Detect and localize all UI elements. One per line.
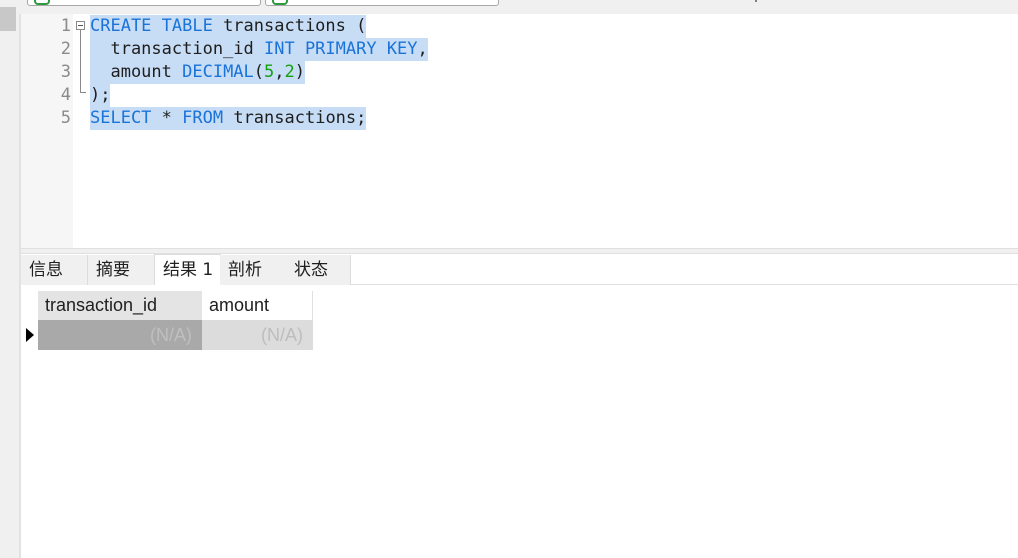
punctuation: (: [253, 62, 265, 82]
table-cell[interactable]: (N/A): [202, 320, 313, 350]
tab-status[interactable]: 状态: [286, 255, 351, 285]
line-number: 5: [60, 108, 71, 128]
results-tab-bar: 信息 摘要 结果 1 剖析 状态: [21, 254, 1018, 285]
code-line-2[interactable]: 2 transaction_id INT PRIMARY KEY,: [21, 38, 1018, 61]
identifier: transactions (: [212, 16, 367, 36]
keyword: FROM: [182, 108, 224, 128]
panel-splitter-handle[interactable]: [0, 7, 16, 31]
keyword: INT PRIMARY KEY: [264, 39, 418, 59]
query-editor[interactable]: 1 CREATE TABLE transactions ( 2 transact…: [21, 14, 1018, 248]
line-number: 4: [60, 85, 71, 105]
line-number: 3: [60, 62, 71, 82]
database-selector[interactable]: [265, 0, 499, 6]
column-header-amount[interactable]: amount: [202, 291, 313, 320]
operator: *: [151, 108, 183, 128]
sql-editor-window: 1 CREATE TABLE transactions ( 2 transact…: [0, 0, 1018, 558]
connection-selector[interactable]: [27, 0, 261, 6]
toolbar: [0, 0, 1018, 14]
tab-profile[interactable]: 剖析: [220, 255, 287, 285]
identifier: transaction_id: [90, 39, 264, 59]
fold-collapse-icon[interactable]: [76, 21, 85, 30]
code-text: );: [90, 84, 111, 107]
code-line-4[interactable]: 4 );: [21, 84, 1018, 107]
number-literal: 2: [284, 62, 295, 82]
keyword: DECIMAL: [182, 62, 254, 82]
table-cell[interactable]: (N/A): [38, 320, 202, 350]
code-line-5[interactable]: 5 SELECT * FROM transactions;: [21, 107, 1018, 130]
toolbar-marker: [755, 0, 757, 2]
punctuation: ,: [417, 39, 428, 59]
punctuation: ): [294, 62, 306, 82]
identifier: transactions;: [223, 108, 367, 128]
schema-icon: [272, 0, 288, 5]
keyword: CREATE TABLE: [90, 16, 213, 36]
code-text: transaction_id INT PRIMARY KEY,: [90, 38, 428, 61]
results-pane: 信息 摘要 结果 1 剖析 状态 transaction_id amount (…: [21, 254, 1018, 558]
code-text: amount DECIMAL(5,2): [90, 61, 306, 84]
tab-info[interactable]: 信息: [21, 255, 88, 285]
number-literal: 5: [264, 62, 275, 82]
column-header-transaction-id[interactable]: transaction_id: [38, 291, 202, 320]
keyword: SELECT: [90, 108, 152, 128]
code-text: SELECT * FROM transactions;: [90, 107, 367, 130]
left-panel-edge: [0, 0, 19, 558]
code-line-1[interactable]: 1 CREATE TABLE transactions (: [21, 15, 1018, 38]
row-pointer-icon: [26, 328, 34, 342]
tab-result-1[interactable]: 结果 1: [154, 254, 221, 285]
identifier: amount: [90, 62, 183, 82]
fold-end-marker: [80, 92, 86, 93]
code-line-3[interactable]: 3 amount DECIMAL(5,2): [21, 61, 1018, 84]
punctuation: ,: [274, 62, 285, 82]
database-icon: [34, 0, 50, 5]
code-text: CREATE TABLE transactions (: [90, 15, 367, 38]
current-row-indicator[interactable]: [21, 320, 37, 350]
tab-summary[interactable]: 摘要: [88, 255, 155, 285]
line-number: 1: [60, 16, 71, 36]
line-number: 2: [60, 39, 71, 59]
